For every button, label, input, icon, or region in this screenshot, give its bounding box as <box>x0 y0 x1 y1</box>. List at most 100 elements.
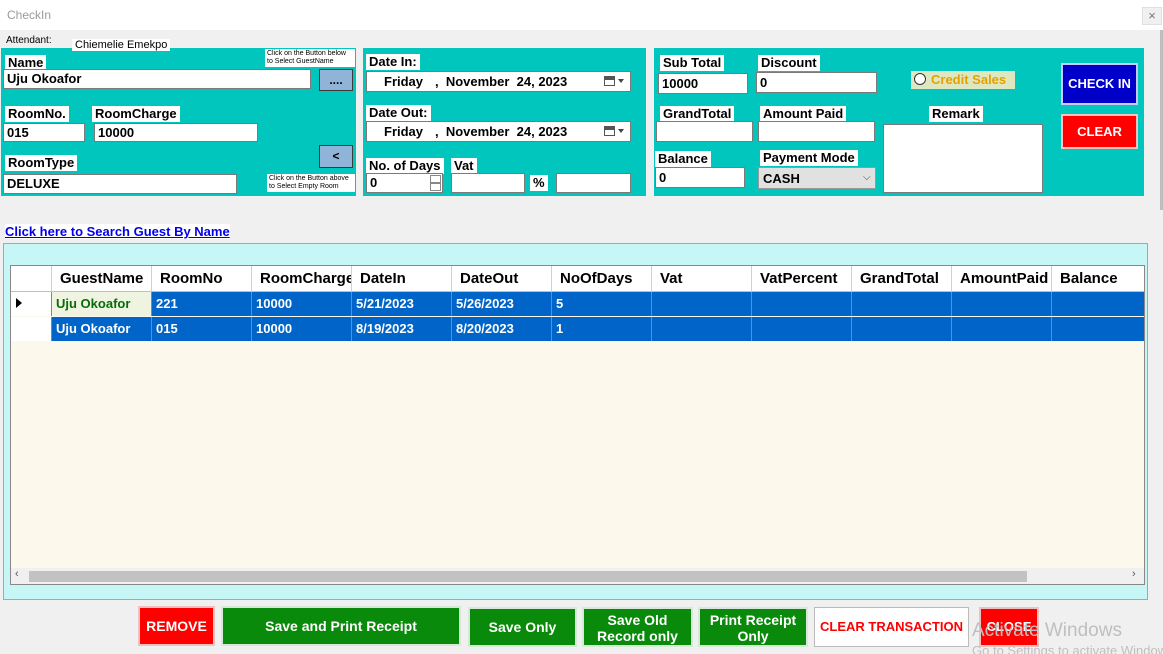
table-cell[interactable]: 8/20/2023 <box>452 317 552 341</box>
scrollbar-thumb[interactable] <box>29 571 1027 582</box>
balance-input[interactable]: 0 <box>655 167 745 188</box>
payment-mode-value: CASH <box>763 171 800 186</box>
table-cell[interactable]: 5/26/2023 <box>452 292 552 316</box>
title-bar <box>0 0 1163 30</box>
days-label: No. of Days <box>366 158 444 174</box>
days-value: 0 <box>370 175 378 190</box>
activate-windows-watermark: Activate Windows <box>972 620 1122 641</box>
table-cell[interactable] <box>752 317 852 341</box>
activate-windows-subtext: Go to Settings to activate Windows. <box>972 643 1163 654</box>
select-room-button[interactable]: < <box>319 145 353 168</box>
print-only-line1: Print Receipt <box>709 612 797 628</box>
save-old-line2: Record only <box>597 628 678 644</box>
table-cell[interactable] <box>652 317 752 341</box>
room-type-input[interactable]: DELUXE <box>3 174 237 194</box>
discount-label: Discount <box>758 55 820 71</box>
column-header[interactable]: RoomCharge <box>252 266 352 292</box>
attendant-label: Attendant: <box>6 35 52 46</box>
table-cell[interactable]: 1 <box>552 317 652 341</box>
table-cell[interactable]: 10000 <box>252 292 352 316</box>
print-receipt-only-button[interactable]: Print Receipt Only <box>698 607 808 647</box>
dropdown-arrow-icon <box>618 79 624 83</box>
select-room-hint: Click on the Button above to Select Empt… <box>267 174 355 192</box>
guest-name-input[interactable]: Uju Okoafor <box>3 69 311 89</box>
payment-mode-select[interactable]: CASH ⌵ <box>758 167 876 189</box>
date-in-day: Friday <box>384 74 424 89</box>
room-no-input[interactable]: 015 <box>3 123 85 142</box>
table-cell[interactable]: 5/21/2023 <box>352 292 452 316</box>
horizontal-scrollbar[interactable]: ‹ › <box>11 568 1144 584</box>
check-in-button[interactable]: CHECK IN <box>1061 63 1138 105</box>
table-cell[interactable]: 8/19/2023 <box>352 317 452 341</box>
clear-button[interactable]: CLEAR <box>1061 114 1138 149</box>
vat-input[interactable] <box>451 173 525 193</box>
save-only-button[interactable]: Save Only <box>468 607 577 647</box>
column-header[interactable]: Balance <box>1052 266 1144 292</box>
percent-label: % <box>530 175 548 191</box>
payment-mode-label: Payment Mode <box>760 150 858 166</box>
table-cell[interactable] <box>1052 317 1144 341</box>
table-cell[interactable] <box>1052 292 1144 316</box>
table-cell[interactable] <box>652 292 752 316</box>
room-no-label: RoomNo. <box>5 106 69 122</box>
table-row[interactable]: Uju Okoafor 221 10000 5/21/2023 5/26/2023 5 <box>11 292 1144 316</box>
search-guest-link[interactable]: Click here to Search Guest By Name <box>5 224 230 239</box>
vat-percent-input[interactable] <box>556 173 631 193</box>
save-old-line1: Save Old <box>607 612 668 628</box>
scroll-left-icon[interactable]: ‹ <box>15 568 19 580</box>
table-cell[interactable] <box>852 292 952 316</box>
column-header[interactable]: Vat <box>652 266 752 292</box>
column-header[interactable]: VatPercent <box>752 266 852 292</box>
column-header[interactable]: GrandTotal <box>852 266 952 292</box>
table-cell[interactable] <box>852 317 952 341</box>
column-header[interactable]: AmountPaid <box>952 266 1052 292</box>
column-header[interactable]: NoOfDays <box>552 266 652 292</box>
stepper-down-icon[interactable] <box>430 183 441 191</box>
table-cell[interactable]: 10000 <box>252 317 352 341</box>
radio-icon[interactable] <box>914 73 926 85</box>
row-header-corner <box>11 266 52 292</box>
select-guest-button[interactable]: .... <box>319 69 353 91</box>
column-header[interactable]: DateOut <box>452 266 552 292</box>
vat-label: Vat <box>451 158 477 174</box>
date-out-picker[interactable]: Friday , November 24, 2023 <box>366 121 631 142</box>
amount-paid-input[interactable] <box>758 121 875 142</box>
column-header[interactable]: GuestName <box>52 266 152 292</box>
attendant-name: Chiemelie Emekpo <box>72 39 171 51</box>
calendar-icon <box>604 76 615 86</box>
window-close-icon[interactable]: × <box>1142 7 1162 25</box>
window-title: CheckIn <box>7 8 52 22</box>
table-cell[interactable] <box>952 317 1052 341</box>
table-row[interactable]: Uju Okoafor 015 10000 8/19/2023 8/20/2023 1 <box>11 317 1144 341</box>
save-old-record-button[interactable]: Save Old Record only <box>582 607 693 647</box>
room-charge-input[interactable]: 10000 <box>94 123 258 142</box>
date-in-picker[interactable]: Friday , November 24, 2023 <box>366 71 631 92</box>
days-stepper[interactable]: 0 <box>366 173 443 193</box>
stepper-up-icon[interactable] <box>430 175 441 183</box>
date-out-label: Date Out: <box>366 105 431 121</box>
remark-textarea[interactable] <box>883 124 1043 193</box>
room-type-label: RoomType <box>5 155 78 171</box>
table-cell[interactable]: 015 <box>152 317 252 341</box>
clear-transaction-button[interactable]: CLEAR TRANSACTION <box>814 607 969 647</box>
date-out-date: , November 24, 2023 <box>435 124 568 139</box>
discount-input[interactable]: 0 <box>756 72 877 93</box>
table-cell[interactable]: Uju Okoafor <box>52 317 152 341</box>
guest-history-table[interactable]: GuestName RoomNo RoomCharge DateIn DateOut No… <box>10 265 1145 585</box>
row-header[interactable] <box>11 317 52 341</box>
table-cell[interactable]: 221 <box>152 292 252 316</box>
table-cell[interactable] <box>952 292 1052 316</box>
table-cell[interactable]: Uju Okoafor <box>52 292 152 316</box>
subtotal-input[interactable]: 10000 <box>658 73 748 94</box>
column-header[interactable]: DateIn <box>352 266 452 292</box>
save-print-button[interactable]: Save and Print Receipt <box>221 606 461 646</box>
remove-button[interactable]: REMOVE <box>138 606 215 646</box>
table-cell[interactable] <box>752 292 852 316</box>
column-header[interactable]: RoomNo <box>152 266 252 292</box>
credit-sales-option[interactable]: Credit Sales <box>911 71 1015 89</box>
select-guest-hint: Click on the Button below to Select Gues… <box>265 49 355 67</box>
balance-label: Balance <box>655 151 711 167</box>
grandtotal-input[interactable] <box>656 121 753 142</box>
scroll-right-icon[interactable]: › <box>1132 568 1136 580</box>
table-cell[interactable]: 5 <box>552 292 652 316</box>
